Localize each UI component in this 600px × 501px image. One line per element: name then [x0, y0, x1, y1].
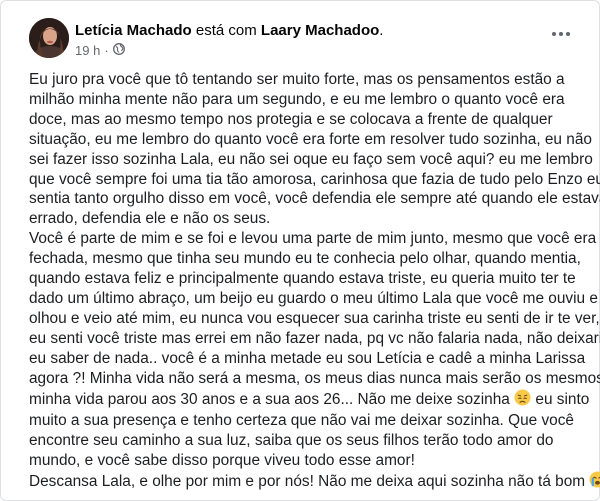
text-line: minha vida parou aos 30 anos e a sua aos… — [29, 388, 590, 408]
text-line: mundo, e você sabe disso porque viveu to… — [29, 452, 415, 470]
facebook-post: Letícia Machado está com Laary Machadoo.… — [0, 0, 600, 501]
text-line: errado, defendia ele e não os seus. — [29, 210, 271, 228]
globe-icon — [112, 42, 125, 60]
more-horizontal-icon — [552, 32, 556, 36]
disappointed-face-emoji — [514, 388, 531, 412]
text-line: fechada, mesmo que tinha seu mundo eu te… — [29, 250, 581, 268]
text-line: muito a sua presença e tenho certeza que… — [29, 412, 574, 430]
text-line: milhão minha mente não para um segundo, … — [29, 90, 565, 108]
avatar[interactable] — [29, 18, 69, 58]
text-fragment: minha vida parou aos 30 anos e a sua aos… — [29, 390, 510, 408]
crying-face-emoji — [589, 471, 600, 494]
more-dot — [559, 32, 563, 36]
text-line: doce, mas ao mesmo tempo nos protegia e … — [29, 110, 553, 128]
more-options-button[interactable] — [547, 24, 575, 44]
paragraph-2: Você é parte de mim e se foi e levou uma… — [29, 229, 600, 471]
more-dot — [566, 32, 570, 36]
post-text: Eu juro pra você que tô tentando ser mui… — [29, 70, 600, 494]
tagged-name[interactable]: Laary Machadoo — [261, 22, 379, 39]
text-line: situação, eu me lembro do quanto você er… — [29, 130, 592, 148]
text-line: olhou e veio até mim, eu nunca vou esque… — [29, 309, 600, 327]
time-line: 19 h · — [75, 42, 383, 60]
text-line: dado um último abraço, um beijo eu guard… — [29, 289, 598, 307]
text-line: quando estava feliz e principalmente qua… — [29, 270, 576, 288]
text-line: Você é parte de mim e se foi e levou uma… — [29, 230, 597, 248]
text-line: que você sempre foi uma tia tão amorosa,… — [29, 170, 600, 188]
profile-photo — [29, 18, 69, 58]
paragraph-1: Eu juro pra você que tô tentando ser mui… — [29, 70, 600, 229]
text-fragment: Descansa Lala, e olhe por mim e por nós!… — [29, 473, 586, 491]
text-line: eu saber de nada.. você é a minha metade… — [29, 349, 586, 367]
text-line: eu senti você triste mas errei em não fa… — [29, 329, 600, 347]
author-line: Letícia Machado está com Laary Machadoo. — [75, 21, 383, 41]
author-name[interactable]: Letícia Machado — [75, 22, 192, 39]
post-meta: Letícia Machado está com Laary Machadoo.… — [75, 21, 383, 60]
text-line: Eu juro pra você que tô tentando ser mui… — [29, 71, 565, 88]
with-text: está com — [195, 22, 257, 39]
tagged-suffix: . — [379, 22, 384, 39]
paragraph-3: Descansa Lala, e olhe por mim e por nós!… — [29, 471, 600, 494]
separator-dot: · — [104, 43, 109, 58]
text-line: sei fazer isso sozinha Lala, eu não sei … — [29, 150, 593, 168]
text-line: Descansa Lala, e olhe por mim e por nós!… — [29, 471, 600, 491]
timestamp[interactable]: 19 h — [75, 42, 100, 60]
text-line: sentia tanto orgulho disso em você, você… — [29, 190, 600, 208]
text-fragment: eu sinto — [535, 390, 590, 408]
text-line: agora ?! Minha vida não será a mesma, os… — [29, 369, 600, 387]
post-header: Letícia Machado está com Laary Machadoo.… — [29, 18, 579, 62]
text-line: encontre seu caminho a sua luz, saiba qu… — [29, 432, 554, 450]
